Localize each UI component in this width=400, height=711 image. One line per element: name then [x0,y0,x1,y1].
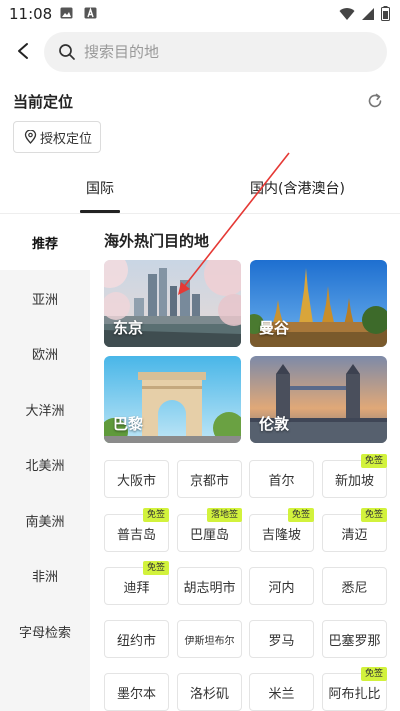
destination-card-london[interactable]: 伦敦 [250,356,387,443]
city-name: 巴塞罗那 [328,633,381,649]
city-new-york[interactable]: 纽约市 [104,620,169,658]
city-name: 罗马 [268,633,295,649]
wifi-icon [339,7,355,20]
city-rome[interactable]: 罗马 [249,620,314,658]
city-barcelona[interactable]: 巴塞罗那 [322,620,387,658]
city-name: 米兰 [268,686,295,702]
city-name: 胡志明市 [183,580,236,596]
city-chiang-mai[interactable]: 清迈 免签 [322,508,387,552]
city-istanbul[interactable]: 伊斯坦布尔 [177,620,242,658]
city-name: 墨尔本 [116,686,156,702]
sidebar-item-north-america[interactable]: 北美洲 [0,436,90,492]
sidebar-item-recommended[interactable]: 推荐 [0,214,90,270]
status-time: 11:08 [9,5,53,23]
city-name: 洛杉矶 [189,686,229,702]
visa-badge: 免签 [360,454,387,468]
city-melbourne[interactable]: 墨尔本 [104,673,169,711]
search-icon [59,44,75,60]
city-name: 伊斯坦布尔 [184,635,235,647]
visa-badge: 落地签 [206,508,242,522]
authorize-location-label: 授权定位 [40,131,93,147]
card-label-bangkok: 曼谷 [259,319,290,337]
city-milan[interactable]: 米兰 [249,673,314,711]
continent-sidebar: 推荐 亚洲 欧洲 大洋洲 北美洲 南美洲 非洲 字母检索 [0,214,90,711]
city-name: 迪拜 [123,580,150,596]
sidebar-item-africa[interactable]: 非洲 [0,547,90,603]
destination-card-tokyo[interactable]: 东京 [104,260,241,347]
city-seoul[interactable]: 首尔 [249,460,314,498]
tab-domestic[interactable]: 国内(含港澳台) [250,178,345,198]
city-kuala-lumpur[interactable]: 吉隆坡 免签 [249,508,314,552]
city-name: 悉尼 [341,580,368,596]
search-box[interactable] [44,32,387,72]
location-pin-icon [24,130,37,144]
visa-badge: 免签 [360,667,387,681]
app-a-icon [84,7,97,19]
sidebar-item-oceania[interactable]: 大洋洲 [0,381,90,437]
city-bali[interactable]: 巴厘岛 落地签 [177,508,242,552]
status-icons [339,6,390,21]
visa-badge: 免签 [142,561,169,575]
status-bar: 11:08 [0,0,400,28]
sidebar-item-south-america[interactable]: 南美洲 [0,492,90,548]
authorize-location-button[interactable]: 授权定位 [13,121,101,153]
city-ho-chi-minh[interactable]: 胡志明市 [177,567,242,605]
region-tabs: 国际 国内(含港澳台) [0,168,400,214]
card-label-tokyo: 东京 [113,319,144,337]
card-label-london: 伦敦 [259,415,290,433]
visa-badge: 免签 [142,508,169,522]
destination-card-bangkok[interactable]: 曼谷 [250,260,387,347]
city-name: 巴厘岛 [189,527,229,543]
city-los-angeles[interactable]: 洛杉矶 [177,673,242,711]
city-sydney[interactable]: 悉尼 [322,567,387,605]
gallery-icon [60,7,73,19]
destination-card-paris[interactable]: 巴黎 [104,356,241,443]
city-name: 新加坡 [334,473,374,489]
city-name: 京都市 [189,473,229,489]
sidebar-item-europe[interactable]: 欧洲 [0,325,90,381]
city-osaka[interactable]: 大阪市 [104,460,169,498]
active-tab-indicator [80,210,120,213]
search-header [0,30,400,74]
city-name: 阿布扎比 [328,686,381,702]
city-dubai[interactable]: 迪拜 免签 [104,561,169,605]
city-abu-dhabi[interactable]: 阿布扎比 免签 [322,667,387,711]
current-location-title: 当前定位 [13,93,74,111]
back-arrow-icon [18,43,28,59]
city-hanoi[interactable]: 河内 [249,567,314,605]
refresh-icon[interactable] [366,92,384,110]
city-name: 纽约市 [116,633,156,649]
card-label-paris: 巴黎 [113,415,144,433]
city-phuket[interactable]: 普吉岛 免签 [104,508,169,552]
city-name: 河内 [268,580,295,596]
city-singapore[interactable]: 新加坡 免签 [322,454,387,498]
city-name: 清迈 [341,527,368,543]
city-name: 普吉岛 [116,527,156,543]
section-title: 海外热门目的地 [104,232,210,250]
search-input[interactable] [84,43,344,61]
sidebar-item-asia[interactable]: 亚洲 [0,270,90,326]
city-name: 大阪市 [116,473,156,489]
visa-badge: 免签 [360,508,387,522]
signal-icon [362,7,374,20]
city-name: 首尔 [268,473,295,489]
tab-international[interactable]: 国际 [86,178,114,198]
city-kyoto[interactable]: 京都市 [177,460,242,498]
back-button[interactable] [10,38,36,64]
battery-icon [381,6,390,21]
visa-badge: 免签 [287,508,314,522]
sidebar-item-alphabet-index[interactable]: 字母检索 [0,603,90,659]
city-name: 吉隆坡 [261,527,301,543]
